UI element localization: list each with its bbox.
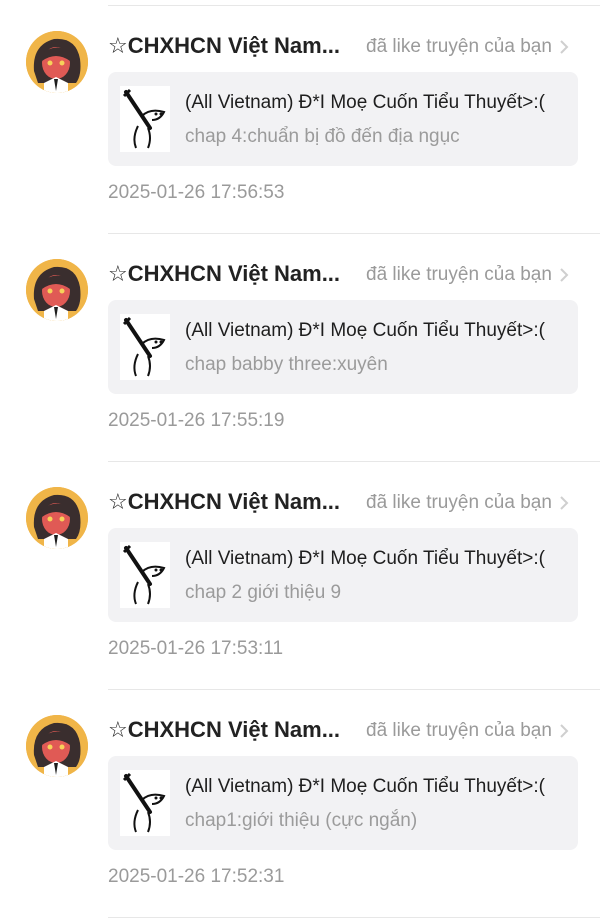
user-name[interactable]: ☆CHXHCN Việt Nam... [108,489,340,515]
user-avatar[interactable] [26,715,88,777]
action-text: đã like truyện của bạn [366,492,552,513]
chapter-title: chap 4:chuẩn bị đồ đến địa ngục [185,126,460,147]
timestamp: 2025-01-26 17:52:31 [108,866,285,887]
story-card[interactable]: (All Vietnam) Đ*I Moẹ Cuốn Tiểu Thuyết>:… [108,300,578,394]
chapter-title: chap 2 giới thiệu 9 [185,582,342,603]
story-title: (All Vietnam) Đ*I Moẹ Cuốn Tiểu Thuyết>:… [185,320,545,341]
story-title: (All Vietnam) Đ*I Moẹ Cuốn Tiểu Thuyết>:… [185,548,545,569]
timestamp: 2025-01-26 17:56:53 [108,182,285,203]
notification-item[interactable]: ☆CHXHCN Việt Nam... đã like truyện của b… [0,6,600,234]
user-name[interactable]: ☆CHXHCN Việt Nam... [108,717,340,743]
notification-item[interactable]: ☆CHXHCN Việt Nam... đã like truyện của b… [0,234,600,462]
story-cover-thumbnail [120,542,170,608]
chevron-right-icon[interactable] [557,722,571,740]
notification-item[interactable]: ☆CHXHCN Việt Nam... đã like truyện của b… [0,690,600,918]
user-name[interactable]: ☆CHXHCN Việt Nam... [108,33,340,59]
story-title: (All Vietnam) Đ*I Moẹ Cuốn Tiểu Thuyết>:… [185,92,545,113]
action-text: đã like truyện của bạn [366,720,552,741]
timestamp: 2025-01-26 17:55:19 [108,410,285,431]
action-text: đã like truyện của bạn [366,36,552,57]
chevron-right-icon[interactable] [557,494,571,512]
story-cover-thumbnail [120,314,170,380]
notification-list: ☆CHXHCN Việt Nam... đã like truyện của b… [0,0,600,919]
action-text: đã like truyện của bạn [366,264,552,285]
user-name[interactable]: ☆CHXHCN Việt Nam... [108,261,340,287]
story-title: (All Vietnam) Đ*I Moẹ Cuốn Tiểu Thuyết>:… [185,776,545,797]
story-card[interactable]: (All Vietnam) Đ*I Moẹ Cuốn Tiểu Thuyết>:… [108,756,578,850]
user-avatar[interactable] [26,487,88,549]
chevron-right-icon[interactable] [557,38,571,56]
timestamp: 2025-01-26 17:53:11 [108,638,284,659]
story-card[interactable]: (All Vietnam) Đ*I Moẹ Cuốn Tiểu Thuyết>:… [108,72,578,166]
user-avatar[interactable] [26,31,88,93]
story-cover-thumbnail [120,770,170,836]
chapter-title: chap babby three:xuyên [185,354,388,375]
notification-item[interactable]: ☆CHXHCN Việt Nam... đã like truyện của b… [0,462,600,690]
divider [108,917,600,918]
chevron-right-icon[interactable] [557,266,571,284]
story-cover-thumbnail [120,86,170,152]
chapter-title: chap1:giới thiệu (cực ngắn) [185,810,418,831]
user-avatar[interactable] [26,259,88,321]
story-card[interactable]: (All Vietnam) Đ*I Moẹ Cuốn Tiểu Thuyết>:… [108,528,578,622]
